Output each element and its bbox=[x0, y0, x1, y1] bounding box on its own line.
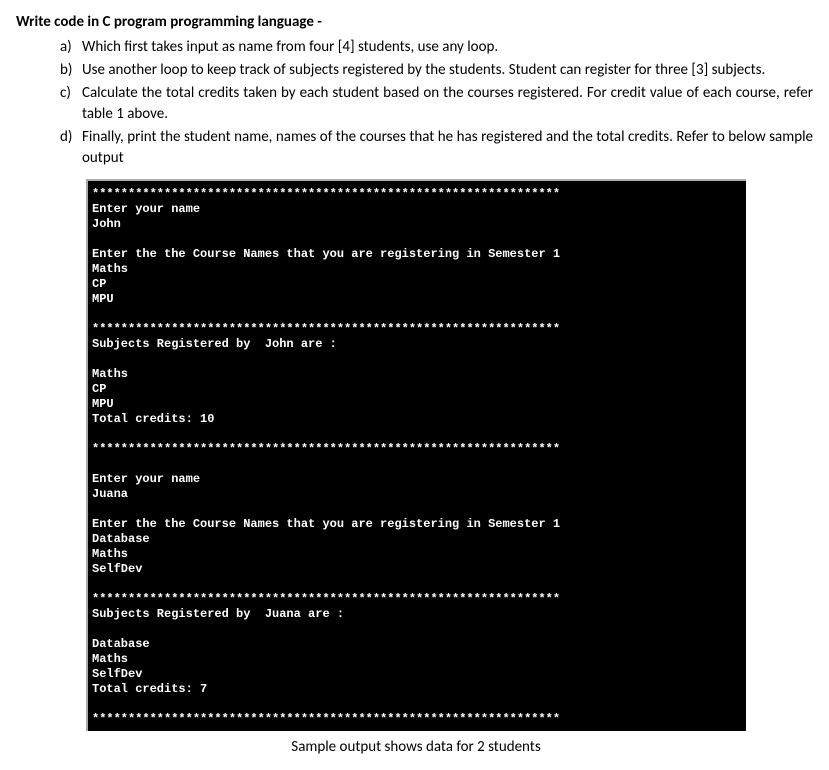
list-text: Use another loop to keep track of subjec… bbox=[82, 60, 813, 81]
term-line: CP bbox=[92, 277, 106, 291]
list-item-c: c) Calculate the total credits taken by … bbox=[60, 83, 813, 125]
term-line: Maths bbox=[92, 652, 128, 666]
list-item-a: a) Which first takes input as name from … bbox=[60, 37, 813, 58]
list-item-d: d) Finally, print the student name, name… bbox=[60, 127, 813, 169]
term-line: MPU bbox=[92, 397, 114, 411]
term-line: ****************************************… bbox=[92, 592, 560, 606]
term-line: Subjects Registered by John are : bbox=[92, 337, 337, 351]
term-line: Subjects Registered by Juana are : bbox=[92, 607, 344, 621]
term-line: Enter the the Course Names that you are … bbox=[92, 517, 560, 531]
list-marker: c) bbox=[60, 83, 82, 125]
term-line: Enter your name bbox=[92, 472, 200, 486]
term-line: ****************************************… bbox=[92, 712, 560, 726]
term-line: Enter your name bbox=[92, 202, 200, 216]
list-text: Which first takes input as name from fou… bbox=[82, 37, 813, 58]
list-marker: b) bbox=[60, 60, 82, 81]
question-title: Write code in C program programming lang… bbox=[16, 12, 813, 33]
list-text: Finally, print the student name, names o… bbox=[82, 127, 813, 169]
term-line: Maths bbox=[92, 367, 128, 381]
term-line: Total credits: 10 bbox=[92, 412, 214, 426]
term-line: ****************************************… bbox=[92, 322, 560, 336]
caption: Sample output shows data for 2 students bbox=[86, 737, 746, 758]
list-marker: a) bbox=[60, 37, 82, 58]
list-marker: d) bbox=[60, 127, 82, 169]
term-line: MPU bbox=[92, 292, 114, 306]
term-line: Database bbox=[92, 637, 150, 651]
term-line: Maths bbox=[92, 262, 128, 276]
term-line: SelfDev bbox=[92, 562, 142, 576]
term-line: Total credits: 7 bbox=[92, 682, 207, 696]
list-item-b: b) Use another loop to keep track of sub… bbox=[60, 60, 813, 81]
term-line: Maths bbox=[92, 547, 128, 561]
question-list: a) Which first takes input as name from … bbox=[16, 37, 813, 169]
list-text: Calculate the total credits taken by eac… bbox=[82, 83, 813, 125]
terminal-output: ****************************************… bbox=[86, 179, 746, 731]
term-line: Database bbox=[92, 532, 150, 546]
term-line: CP bbox=[92, 382, 106, 396]
term-line: Juana bbox=[92, 487, 128, 501]
term-line: SelfDev bbox=[92, 667, 142, 681]
term-line: John bbox=[92, 217, 121, 231]
term-line: ****************************************… bbox=[92, 442, 560, 456]
term-line: Enter the the Course Names that you are … bbox=[92, 247, 560, 261]
term-line: ****************************************… bbox=[92, 187, 560, 201]
